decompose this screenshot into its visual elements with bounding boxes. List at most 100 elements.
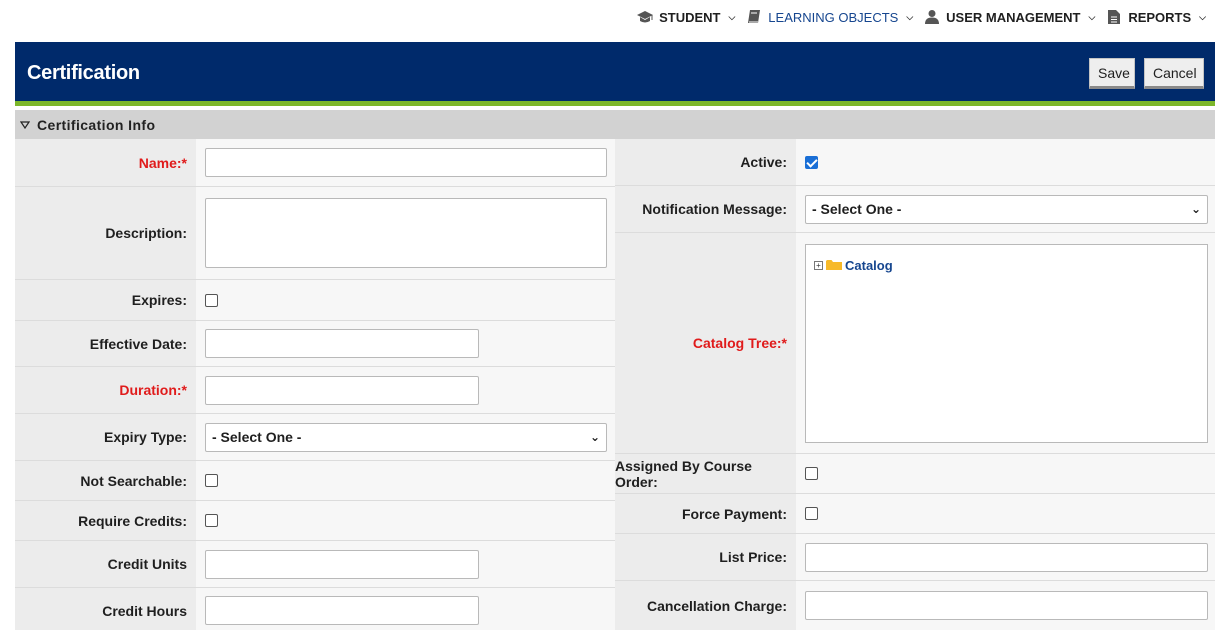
catalog-tree: + Catalog: [805, 243, 1208, 443]
assigned-by-course-order-checkbox[interactable]: [805, 467, 818, 480]
cancel-button[interactable]: Cancel: [1144, 58, 1204, 89]
notification-message-label: Notification Message:: [615, 186, 796, 232]
assigned-by-course-order-label: Assigned By Course Order:: [615, 454, 796, 493]
nav-learning-objects[interactable]: LEARNING OBJECTS ⌵: [745, 9, 913, 25]
assigned-by-course-order-field-cell: [796, 454, 1215, 493]
nav-learning-objects-label: LEARNING OBJECTS: [768, 9, 899, 25]
description-label: Description:: [15, 187, 196, 279]
description-field-cell: [196, 187, 615, 279]
require-credits-checkbox[interactable]: [205, 514, 218, 527]
row-duration: Duration:*: [15, 367, 615, 414]
row-description: Description:: [15, 187, 615, 280]
list-price-input[interactable]: [805, 542, 1208, 572]
require-credits-label: Require Credits:: [15, 501, 196, 540]
effective-date-label: Effective Date:: [15, 321, 196, 366]
active-checkbox[interactable]: [805, 155, 818, 169]
not-searchable-label: Not Searchable:: [15, 461, 196, 500]
duration-input[interactable]: [205, 375, 479, 405]
form-right-column: Active: Notification Message: - Select O…: [615, 139, 1215, 630]
chevron-down-icon: ⌄: [1190, 202, 1201, 216]
list-price-label: List Price:: [615, 534, 796, 580]
row-catalog-tree: Catalog Tree:* + Catalog: [615, 233, 1215, 454]
credit-hours-label: Credit Hours: [15, 588, 196, 630]
top-navigation: STUDENT ⌵ LEARNING OBJECTS ⌵ USER MANAGE…: [626, 6, 1206, 28]
cancellation-charge-label: Cancellation Charge:: [615, 581, 796, 630]
force-payment-checkbox[interactable]: [805, 507, 818, 520]
folder-icon: [826, 259, 842, 271]
form-left-column: Name:* Description: Expires: Effective D…: [15, 139, 615, 630]
nav-user-management-label: USER MANAGEMENT: [946, 9, 1081, 25]
expiry-type-select[interactable]: - Select One - ⌄: [205, 422, 607, 452]
graduation-cap-icon: [636, 9, 654, 25]
name-input[interactable]: [205, 148, 607, 177]
row-notification-message: Notification Message: - Select One - ⌄: [615, 186, 1215, 233]
collapse-triangle-icon: [20, 120, 30, 130]
row-active: Active:: [615, 139, 1215, 186]
section-title: Certification Info: [37, 116, 156, 133]
credit-hours-input[interactable]: [205, 596, 479, 625]
notification-message-field-cell: - Select One - ⌄: [796, 186, 1215, 232]
nav-user-management[interactable]: USER MANAGEMENT ⌵: [923, 9, 1095, 25]
notification-message-value: - Select One -: [812, 201, 902, 217]
effective-date-field-cell: [196, 321, 615, 366]
credit-units-field-cell: [196, 541, 615, 587]
not-searchable-checkbox[interactable]: [205, 474, 218, 487]
section-header-certification-info[interactable]: Certification Info: [15, 110, 1215, 139]
row-expires: Expires:: [15, 280, 615, 321]
duration-field-cell: [196, 367, 615, 413]
chevron-down-icon: ⌄: [589, 430, 600, 444]
duration-label: Duration:*: [15, 367, 196, 413]
notification-message-select[interactable]: - Select One - ⌄: [805, 194, 1208, 224]
page-title: Certification: [27, 62, 140, 84]
cancellation-charge-input[interactable]: [805, 591, 1208, 620]
user-icon: [923, 9, 941, 25]
active-label: Active:: [615, 139, 796, 185]
nav-reports-label: REPORTS: [1128, 9, 1192, 25]
expires-field-cell: [196, 280, 615, 320]
row-not-searchable: Not Searchable:: [15, 461, 615, 501]
nav-reports[interactable]: REPORTS ⌵: [1105, 9, 1206, 25]
active-field-cell: [796, 139, 1215, 185]
tree-node-catalog-label: Catalog: [845, 257, 893, 273]
force-payment-field-cell: [796, 494, 1215, 533]
catalog-tree-field-cell: + Catalog: [796, 233, 1215, 453]
row-expiry-type: Expiry Type: - Select One - ⌄: [15, 414, 615, 461]
effective-date-input[interactable]: [205, 329, 479, 358]
catalog-tree-label: Catalog Tree:*: [615, 233, 796, 453]
row-cancellation-charge: Cancellation Charge:: [615, 581, 1215, 630]
expiry-type-label: Expiry Type:: [15, 414, 196, 460]
expand-plus-icon[interactable]: +: [814, 260, 823, 270]
chevron-down-icon: ⌵: [728, 11, 736, 22]
row-name: Name:*: [15, 139, 615, 187]
require-credits-field-cell: [196, 501, 615, 540]
description-textarea[interactable]: [205, 198, 607, 268]
row-credit-units: Credit Units: [15, 541, 615, 588]
not-searchable-field-cell: [196, 461, 615, 500]
chevron-down-icon: ⌵: [1199, 11, 1206, 22]
book-icon: [745, 9, 763, 25]
row-force-payment: Force Payment:: [615, 494, 1215, 534]
row-effective-date: Effective Date:: [15, 321, 615, 367]
credit-units-input[interactable]: [205, 549, 479, 579]
tree-node-catalog[interactable]: + Catalog: [814, 258, 893, 273]
page-header: Certification Save Cancel: [15, 42, 1215, 106]
chevron-down-icon: ⌵: [1088, 11, 1096, 22]
row-assigned-by-course-order: Assigned By Course Order:: [615, 454, 1215, 494]
nav-student[interactable]: STUDENT ⌵: [636, 9, 735, 25]
list-price-field-cell: [796, 534, 1215, 580]
expiry-type-field-cell: - Select One - ⌄: [196, 414, 615, 460]
name-label: Name:*: [15, 139, 196, 186]
expires-checkbox[interactable]: [205, 293, 218, 307]
certification-form: Name:* Description: Expires: Effective D…: [15, 139, 1215, 630]
expires-label: Expires:: [15, 280, 196, 320]
credit-units-label: Credit Units: [15, 541, 196, 587]
row-credit-hours: Credit Hours: [15, 588, 615, 630]
cancellation-charge-field-cell: [796, 581, 1215, 630]
row-require-credits: Require Credits:: [15, 501, 615, 541]
expiry-type-value: - Select One -: [212, 429, 302, 445]
credit-hours-field-cell: [196, 588, 615, 630]
document-icon: [1105, 9, 1123, 25]
nav-student-label: STUDENT: [659, 9, 721, 25]
save-button[interactable]: Save: [1089, 58, 1135, 89]
name-field-cell: [196, 139, 615, 186]
